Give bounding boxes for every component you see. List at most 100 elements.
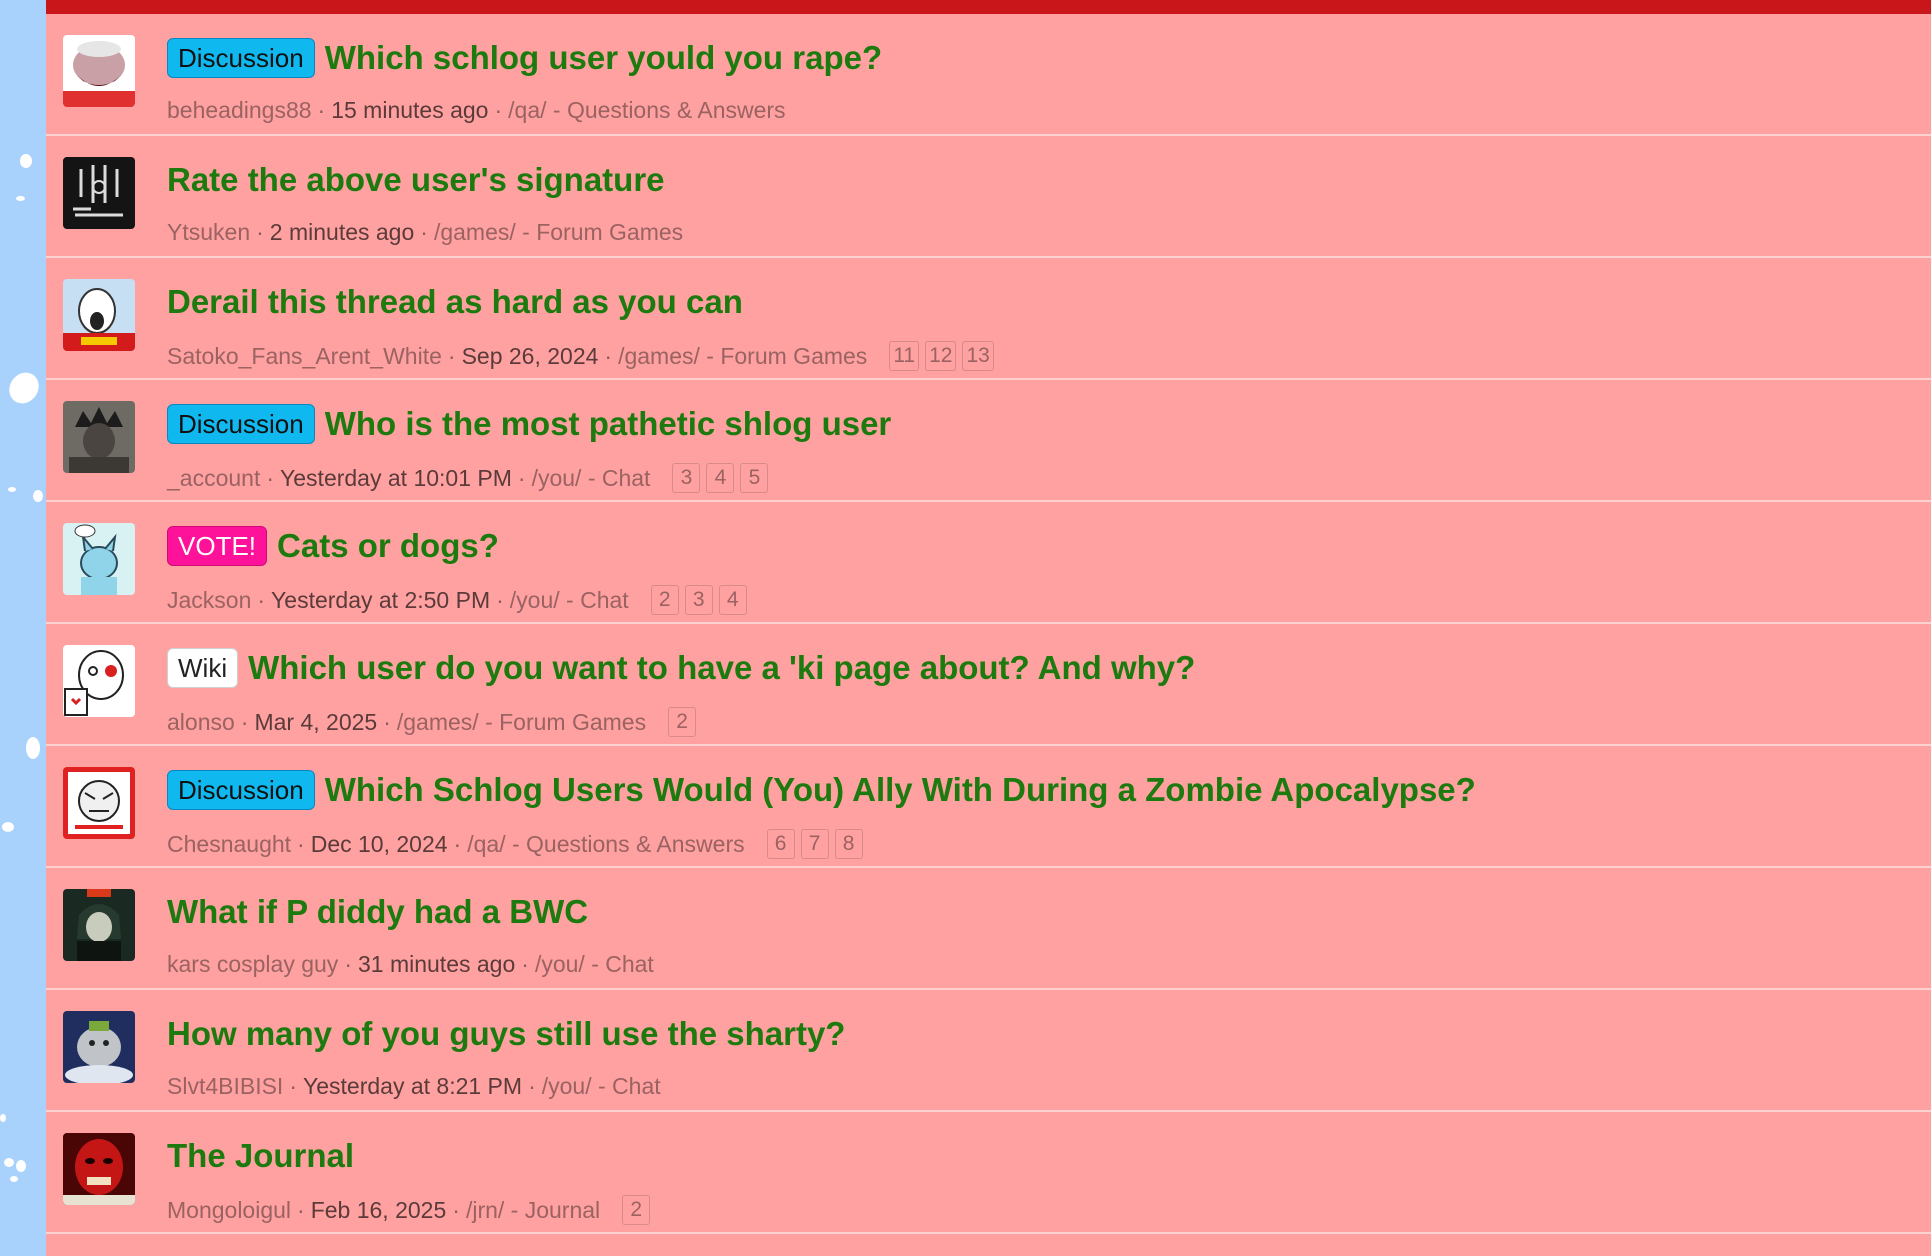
thread-forum-link[interactable]: /you/ - Chat: [532, 465, 651, 492]
page-link[interactable]: 13: [962, 341, 994, 371]
meta-separator: ·: [266, 464, 275, 491]
page-link[interactable]: 8: [834, 829, 863, 859]
wojak-coffee-avatar-icon[interactable]: [63, 645, 135, 717]
thread-title-link[interactable]: Who is the most pathetic shlog user: [325, 405, 892, 443]
thread-author-link[interactable]: kars cosplay guy: [167, 951, 338, 978]
thread-date-link[interactable]: Mar 4, 2025: [254, 709, 377, 736]
meta-separator: ·: [528, 1073, 536, 1099]
thread-date-link[interactable]: Yesterday at 8:21 PM: [303, 1073, 522, 1100]
snowflake: [33, 490, 43, 502]
thread-title-link[interactable]: Which Schlog Users Would (You) Ally With…: [325, 771, 1476, 809]
thread-date-link[interactable]: Sep 26, 2024: [462, 343, 599, 370]
thread-forum-link[interactable]: /games/ - Forum Games: [397, 709, 646, 736]
thread-date-link[interactable]: 31 minutes ago: [358, 951, 515, 978]
thread-prefix-badge[interactable]: Wiki: [167, 648, 239, 688]
thread-meta: Chesnaught · Dec 10, 2024 ·/qa/ - Questions…: [167, 829, 863, 859]
page-link[interactable]: 5: [740, 463, 769, 493]
page-link[interactable]: 2: [622, 1195, 651, 1225]
thread-title-link[interactable]: The Journal: [167, 1137, 354, 1175]
red-face-avatar-icon[interactable]: [63, 1133, 135, 1205]
thread-title-link[interactable]: Which user do you want to have a 'ki pag…: [248, 649, 1195, 687]
thread-title-line: The Journal: [167, 1134, 354, 1178]
meta-separator: ·: [447, 342, 456, 369]
thread-date-link[interactable]: Dec 10, 2024: [311, 831, 448, 858]
thread-forum-link[interactable]: /you/ - Chat: [542, 1073, 661, 1100]
page-link[interactable]: 2: [650, 585, 679, 615]
thread-forum-link[interactable]: /you/ - Chat: [510, 587, 629, 614]
snowflake: [8, 487, 16, 492]
thread-page-jump: 234: [650, 585, 747, 615]
thread-prefix-badge[interactable]: Discussion: [167, 770, 315, 810]
thread-date-link[interactable]: Yesterday at 2:50 PM: [271, 587, 490, 614]
page-link[interactable]: 6: [766, 829, 795, 859]
page-link[interactable]: 4: [718, 585, 747, 615]
page-link[interactable]: 3: [684, 585, 713, 615]
thread-row: Discussion Which Schlog Users Would (You)…: [46, 746, 1931, 868]
thread-meta: Ytsuken · 2 minutes ago ·/games/ - Forum Ga…: [167, 219, 683, 246]
red-framed-sketch-avatar-icon[interactable]: [63, 767, 135, 839]
thread-forum-link[interactable]: /games/ - Forum Games: [618, 343, 867, 370]
plush-figure-avatar-icon[interactable]: [63, 1011, 135, 1083]
snowflake: [0, 1114, 6, 1122]
thread-title-link[interactable]: Cats or dogs?: [277, 527, 499, 565]
thread-title-line: Discussion Who is the most pathetic shlog…: [167, 402, 891, 446]
thread-author-link[interactable]: Ytsuken: [167, 219, 250, 246]
screaming-wojak-avatar-icon[interactable]: [63, 279, 135, 351]
thread-title-line: Wiki Which user do you want to have a 'ki…: [167, 646, 1195, 690]
thread-author-link[interactable]: beheadings88: [167, 97, 312, 124]
thread-forum-link[interactable]: /games/ - Forum Games: [434, 219, 683, 246]
anime-character-avatar-icon[interactable]: [63, 889, 135, 961]
thread-author-link[interactable]: _account: [167, 465, 260, 492]
meta-separator: ·: [297, 830, 305, 857]
page-link[interactable]: 3: [672, 463, 701, 493]
snowflake: [10, 1176, 18, 1182]
thread-title-link[interactable]: Rate the above user's signature: [167, 161, 665, 199]
thread-row: Rate the above user's signature Ytsuken · 2…: [46, 136, 1931, 258]
thread-title-link[interactable]: How many of you guys still use the shart…: [167, 1015, 845, 1053]
thread-date-link[interactable]: 15 minutes ago: [331, 97, 488, 124]
thread-meta: _account · Yesterday at 10:01 PM ·/you/ - C…: [167, 463, 769, 493]
thread-author-link[interactable]: Slvt4BIBISI: [167, 1073, 283, 1100]
cartoon-boar-avatar-icon[interactable]: [63, 35, 135, 107]
thread-title-line: Discussion Which Schlog Users Would (You)…: [167, 768, 1476, 812]
line-drawing-avatar-icon[interactable]: [63, 157, 135, 229]
thread-forum-link[interactable]: /you/ - Chat: [535, 951, 654, 978]
thread-meta: alonso · Mar 4, 2025 ·/games/ - Forum Games…: [167, 707, 697, 737]
thread-date-link[interactable]: 2 minutes ago: [270, 219, 414, 246]
meta-separator: ·: [496, 586, 504, 613]
page-link[interactable]: 7: [800, 829, 829, 859]
meta-separator: ·: [453, 830, 462, 857]
page-link[interactable]: 4: [706, 463, 735, 493]
thread-author-link[interactable]: Satoko_Fans_Arent_White: [167, 343, 442, 370]
thread-prefix-badge[interactable]: VOTE!: [167, 526, 268, 566]
thread-row: Wiki Which user do you want to have a 'ki…: [46, 624, 1931, 746]
thread-author-link[interactable]: Jackson: [167, 587, 251, 614]
thread-title-link[interactable]: Which schlog user yould you rape?: [325, 39, 882, 77]
page-link[interactable]: 12: [925, 341, 957, 371]
thread-forum-link[interactable]: /qa/ - Questions & Answers: [467, 831, 744, 858]
thread-title-link[interactable]: Derail this thread as hard as you can: [167, 283, 743, 321]
dark-portrait-avatar-icon[interactable]: [63, 401, 135, 473]
thread-row: Derail this thread as hard as you can Sat…: [46, 258, 1931, 380]
thread-author-link[interactable]: alonso: [167, 709, 235, 736]
thread-forum-link[interactable]: /jrn/ - Journal: [466, 1197, 600, 1224]
top-bar: [46, 0, 1931, 14]
meta-separator: ·: [383, 708, 391, 735]
page-link[interactable]: 11: [889, 341, 920, 371]
thread-title-line: Rate the above user's signature: [167, 158, 665, 202]
thread-date-link[interactable]: Yesterday at 10:01 PM: [280, 465, 512, 492]
page-link[interactable]: 2: [668, 707, 697, 737]
thread-prefix-badge[interactable]: Discussion: [167, 38, 315, 78]
thread-prefix-badge[interactable]: Discussion: [167, 404, 315, 444]
thread-forum-link[interactable]: /qa/ - Questions & Answers: [508, 97, 785, 124]
thread-date-link[interactable]: Feb 16, 2025: [311, 1197, 447, 1224]
thread-author-link[interactable]: Chesnaught: [167, 831, 291, 858]
thread-row: Discussion Which schlog user yould you ra…: [46, 14, 1931, 136]
thread-author-link[interactable]: Mongoloigul: [167, 1197, 291, 1224]
snowflake: [20, 154, 32, 168]
meta-separator: ·: [452, 1196, 460, 1223]
meta-separator: ·: [256, 219, 264, 245]
thread-page-jump: 2: [622, 1195, 651, 1225]
thread-title-link[interactable]: What if P diddy had a BWC: [167, 893, 588, 931]
blue-cat-avatar-icon[interactable]: [63, 523, 135, 595]
